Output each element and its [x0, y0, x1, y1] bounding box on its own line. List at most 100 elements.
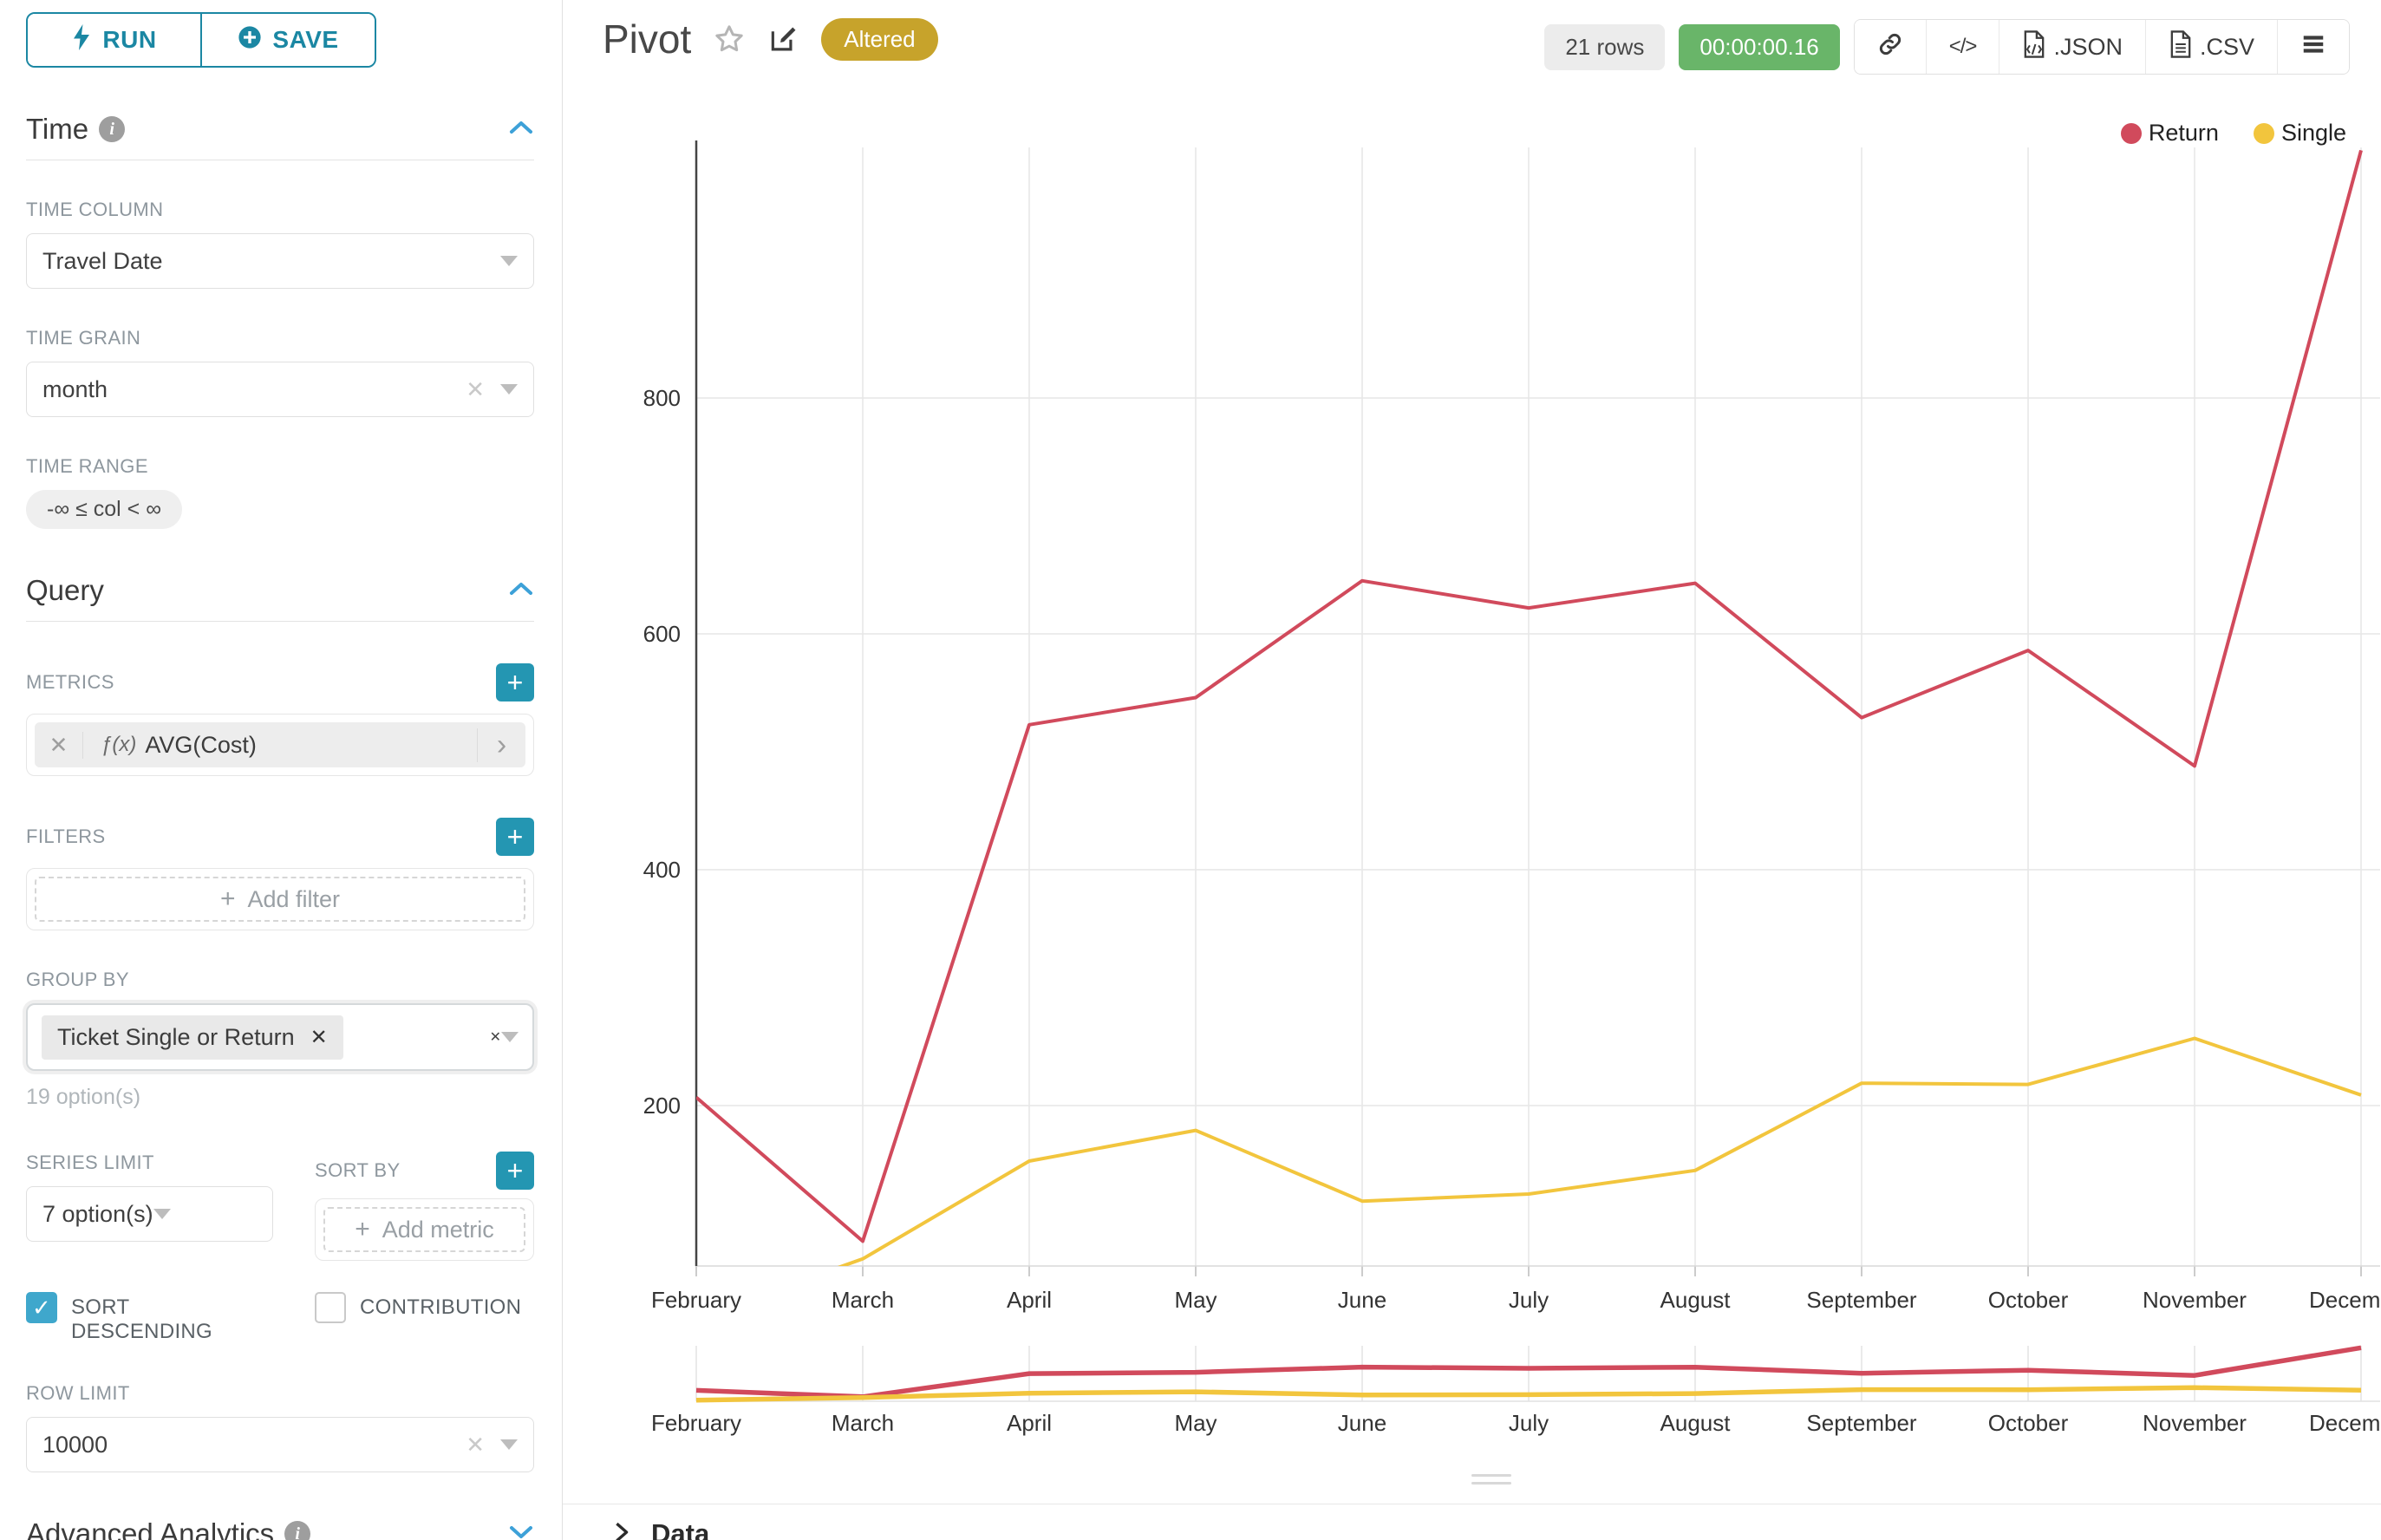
data-panel-toggle[interactable]: Data: [563, 1504, 2381, 1540]
sort-descending-checkbox[interactable]: ✓: [26, 1292, 57, 1323]
chevron-down-icon[interactable]: [508, 1524, 534, 1540]
metric-chip-label: AVG(Cost): [145, 732, 477, 759]
link-icon: [1877, 31, 1903, 63]
plus-circle-icon: [238, 25, 262, 55]
more-options-menu-button[interactable]: [2277, 20, 2349, 74]
time-column-select[interactable]: Travel Date: [26, 233, 534, 289]
svg-text:August: August: [1660, 1287, 1732, 1313]
plus-icon: +: [220, 884, 236, 914]
add-metric-label: Add metric: [382, 1217, 494, 1243]
svg-text:February: February: [651, 1410, 741, 1436]
chart-title: Pivot: [603, 16, 691, 62]
add-sort-metric-dropzone[interactable]: + Add metric: [323, 1207, 525, 1252]
svg-text:400: 400: [643, 857, 681, 883]
export-csv-button[interactable]: .CSV: [2145, 20, 2277, 74]
clear-icon[interactable]: ✕: [466, 1432, 485, 1458]
clear-icon[interactable]: ✕: [490, 1028, 501, 1046]
svg-text:December: December: [2309, 1410, 2380, 1436]
run-save-button-group: RUN SAVE: [26, 12, 376, 68]
info-icon: i: [99, 116, 125, 142]
save-button-label: SAVE: [272, 26, 338, 54]
series-limit-label: SERIES LIMIT: [26, 1152, 273, 1174]
svg-text:March: March: [832, 1287, 894, 1313]
resize-grip[interactable]: [1471, 1474, 1511, 1485]
clear-icon[interactable]: ✕: [466, 376, 485, 403]
metric-chip[interactable]: ✕ ƒ(x) AVG(Cost) ›: [35, 722, 525, 767]
add-filter-dropzone[interactable]: + Add filter: [35, 877, 525, 922]
time-column-label: TIME COLUMN: [26, 199, 534, 221]
svg-text:December: December: [2309, 1287, 2380, 1313]
time-section-title: Time: [26, 113, 88, 146]
series-limit-select[interactable]: 7 option(s): [26, 1186, 273, 1242]
time-grain-label: TIME GRAIN: [26, 327, 534, 349]
group-by-label: GROUP BY: [26, 969, 534, 991]
row-limit-select[interactable]: 10000 ✕: [26, 1417, 534, 1472]
contribution-label: CONTRIBUTION: [360, 1295, 521, 1320]
time-grain-select[interactable]: month ✕: [26, 362, 534, 417]
caret-down-icon: [153, 1209, 171, 1219]
chevron-up-icon[interactable]: [508, 580, 534, 602]
svg-text:800: 800: [643, 385, 681, 411]
metrics-label: METRICS: [26, 671, 114, 694]
save-button[interactable]: SAVE: [200, 14, 375, 66]
svg-text:June: June: [1338, 1410, 1386, 1436]
share-link-button[interactable]: [1855, 20, 1926, 74]
remove-chip-icon[interactable]: ✕: [310, 1025, 328, 1050]
group-by-chip[interactable]: Ticket Single or Return ✕: [42, 1015, 343, 1060]
export-json-button[interactable]: .JSON: [1999, 20, 2145, 74]
brush-preview-chart[interactable]: FebruaryMarchAprilMayJuneJulyAugustSepte…: [563, 1342, 2380, 1472]
svg-text:600: 600: [643, 621, 681, 647]
function-icon: ƒ(x): [101, 733, 136, 757]
svg-text:May: May: [1174, 1287, 1217, 1313]
time-grain-value: month: [42, 376, 466, 403]
plus-icon: +: [355, 1215, 370, 1244]
query-section-title: Query: [26, 574, 104, 607]
remove-metric-icon[interactable]: ✕: [35, 732, 83, 759]
svg-text:October: October: [1988, 1410, 2069, 1436]
add-sort-metric-button[interactable]: +: [496, 1152, 534, 1190]
add-metric-button[interactable]: +: [496, 663, 534, 701]
info-icon: i: [284, 1521, 310, 1540]
group-by-select[interactable]: Ticket Single or Return ✕ ✕: [26, 1003, 534, 1071]
control-panel-sidebar: RUN SAVE Time i TIME COLUMN Travel Date …: [0, 0, 563, 1540]
caret-down-icon: [500, 1439, 518, 1450]
query-section-header[interactable]: Query: [26, 574, 534, 607]
svg-text:February: February: [651, 1287, 741, 1313]
time-column-value: Travel Date: [42, 248, 500, 275]
edit-properties-icon[interactable]: [767, 23, 800, 55]
group-by-chip-label: Ticket Single or Return: [57, 1024, 295, 1051]
favorite-star-icon[interactable]: [712, 22, 747, 56]
sort-descending-label: SORT DESCENDING: [71, 1295, 219, 1344]
sort-descending-option: ✓ SORT DESCENDING: [26, 1292, 273, 1344]
altered-badge[interactable]: Altered: [821, 18, 937, 61]
contribution-checkbox[interactable]: [315, 1292, 346, 1323]
chevron-right-icon[interactable]: ›: [477, 728, 525, 762]
view-query-button[interactable]: </>: [1926, 20, 1999, 74]
chevron-up-icon[interactable]: [508, 119, 534, 140]
data-panel-label: Data: [651, 1518, 709, 1540]
caret-down-icon: [500, 384, 518, 395]
sort-by-label: SORT BY: [315, 1159, 401, 1182]
query-timer-badge: 00:00:00.16: [1679, 24, 1839, 70]
add-filter-button[interactable]: +: [496, 818, 534, 856]
time-range-pill[interactable]: -∞ ≤ col < ∞: [26, 490, 182, 529]
advanced-analytics-header[interactable]: Advanced Analytics i: [26, 1517, 534, 1540]
svg-text:September: September: [1806, 1287, 1917, 1313]
group-by-options-hint: 19 option(s): [26, 1085, 534, 1110]
row-limit-value: 10000: [42, 1432, 466, 1458]
line-chart[interactable]: FebruaryMarchAprilMayJuneJulyAugustSepte…: [563, 121, 2380, 1335]
run-button-label: RUN: [102, 26, 156, 54]
sort-by-container: + Add metric: [315, 1198, 534, 1261]
svg-text:200: 200: [643, 1093, 681, 1119]
run-button[interactable]: RUN: [28, 14, 200, 66]
add-filter-label: Add filter: [247, 886, 340, 913]
row-limit-label: ROW LIMIT: [26, 1382, 534, 1405]
caret-down-icon: [500, 256, 518, 266]
svg-text:November: November: [2143, 1410, 2247, 1436]
time-section-header[interactable]: Time i: [26, 113, 534, 146]
chevron-right-icon: [611, 1520, 632, 1540]
row-count-badge: 21 rows: [1544, 24, 1665, 70]
svg-text:November: November: [2143, 1287, 2247, 1313]
svg-text:October: October: [1988, 1287, 2069, 1313]
svg-text:June: June: [1338, 1287, 1386, 1313]
